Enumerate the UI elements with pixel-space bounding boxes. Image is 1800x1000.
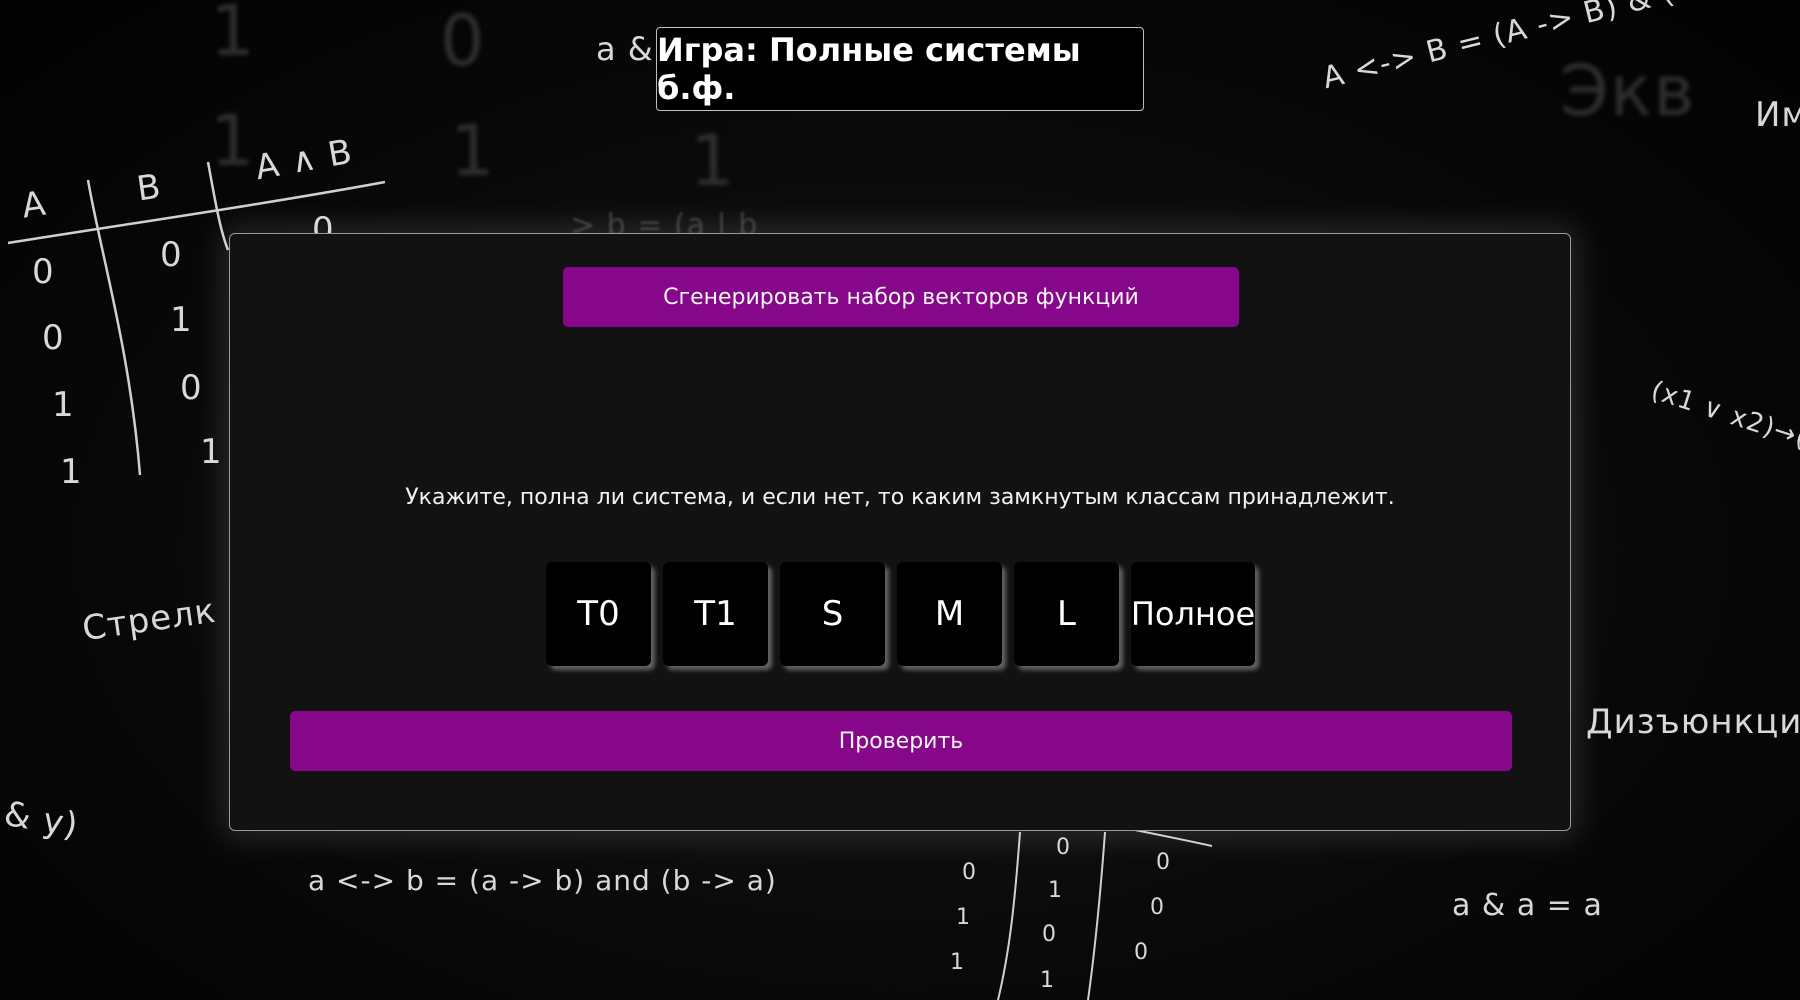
formula-right-top: Им	[1755, 95, 1800, 135]
tt-a-0: 0	[32, 252, 55, 292]
choice-t1-button[interactable]: T1	[663, 562, 768, 666]
bt-c2-2: 0	[1042, 922, 1057, 947]
page-title-text: Игра: Полные системы б.ф.	[657, 31, 1081, 107]
bt-c3-1: 0	[1150, 895, 1165, 920]
formula-idempotent: a & a = a	[1452, 888, 1603, 923]
tt-b-3: 1	[200, 432, 223, 472]
formula-disjunction: Дизъюнкция	[1586, 702, 1800, 742]
game-page: 1 0 1 1 1 Экв A B A ∧ B 0 0 1 1 0 1 0 1 …	[0, 0, 1800, 1000]
page-title: Игра: Полные системы б.ф.	[656, 27, 1144, 111]
bt-c3-0: 0	[1156, 850, 1171, 875]
tt-b-2: 0	[180, 368, 203, 408]
game-panel: Сгенерировать набор векторов функций Ука…	[229, 233, 1571, 831]
tt-header-b: B	[134, 166, 164, 210]
formula-top-left: a &	[596, 30, 654, 68]
tt-a-1: 0	[42, 318, 65, 358]
tt-a-3: 1	[60, 452, 83, 492]
tt-b-0: 0	[160, 235, 183, 275]
bt-c2-1: 1	[1048, 878, 1063, 903]
check-button[interactable]: Проверить	[290, 711, 1512, 771]
choice-s-button[interactable]: S	[780, 562, 885, 666]
bt-c2-0: 0	[1056, 835, 1071, 860]
formula-left-bottom: & y)	[1, 793, 82, 847]
bt-c2-3: 1	[1040, 968, 1055, 993]
bt-c1-0: 0	[962, 860, 977, 885]
bt-c1-2: 1	[956, 905, 971, 930]
tt-a-2: 1	[52, 385, 75, 425]
tt-header-ab: A ∧ B	[252, 131, 356, 189]
tt-b-1: 1	[170, 300, 193, 340]
formula-top-right: A <-> B = (A -> B) & (	[1319, 0, 1679, 97]
class-choice-group: T0 T1 S M L Полное	[546, 562, 1255, 666]
choice-complete-button[interactable]: Полное	[1131, 562, 1255, 666]
bt-c1-3: 1	[950, 950, 965, 975]
formula-arrow: Стрелк	[79, 590, 219, 650]
formula-right-mid: (x1 ∨ x2)→(	[1647, 375, 1800, 455]
bottom-table-sketch	[997, 827, 1213, 1000]
formula-equiv: a <-> b = (a -> b) and (b -> a)	[308, 864, 777, 897]
choice-l-button[interactable]: L	[1014, 562, 1119, 666]
tt-header-a: A	[19, 183, 49, 227]
task-prompt: Укажите, полна ли система, и если нет, т…	[405, 485, 1395, 510]
generate-vectors-button[interactable]: Сгенерировать набор векторов функций	[563, 267, 1239, 327]
choice-m-button[interactable]: M	[897, 562, 1002, 666]
choice-t0-button[interactable]: T0	[546, 562, 651, 666]
bt-c3-2: 0	[1134, 940, 1149, 965]
